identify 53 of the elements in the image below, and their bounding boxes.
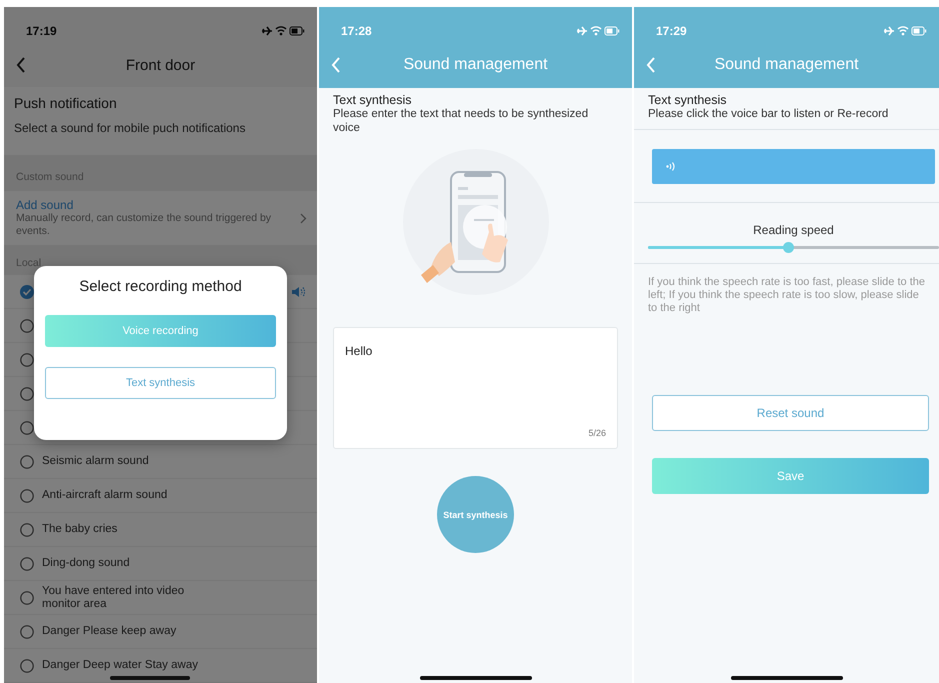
sound-name: You have entered into video monitor area bbox=[42, 584, 186, 610]
radio-checked[interactable] bbox=[20, 284, 34, 298]
radio-button[interactable] bbox=[20, 522, 34, 536]
sound-wave-icon bbox=[666, 162, 675, 171]
section-description: Select a sound for mobile puch notifications bbox=[14, 121, 246, 135]
speaker-icon[interactable] bbox=[291, 286, 305, 298]
page-title: Front door bbox=[126, 56, 196, 74]
option-button[interactable]: Voice recording bbox=[45, 315, 276, 347]
hint-text: If you think the speech rate is too fast, please slide to the left; If you think the speech rate is too slow, please slide to the right bbox=[647, 275, 926, 315]
sound-name: Anti-aircraft alarm sound bbox=[42, 489, 168, 502]
start-synthesis-button[interactable]: Start synthesis bbox=[437, 476, 514, 553]
option-button[interactable]: Text synthesis bbox=[45, 367, 276, 399]
status-time: 17:28 bbox=[341, 24, 372, 38]
radio-button[interactable] bbox=[20, 488, 34, 502]
radio-button[interactable] bbox=[20, 420, 34, 434]
add-sound-item[interactable]: Add sound Manually record, can customize the sound triggered by events. bbox=[4, 191, 317, 245]
dialog-title: Select recording method bbox=[79, 278, 242, 295]
input-text: Hello bbox=[345, 344, 372, 358]
status-time: 17:19 bbox=[26, 24, 57, 38]
radio-button[interactable] bbox=[20, 454, 34, 468]
back-icon[interactable] bbox=[16, 57, 26, 73]
page-title: Sound management bbox=[403, 56, 548, 74]
sound-name: Ding-dong sound bbox=[42, 557, 130, 570]
add-sound-description: Manually record, can customize the sound triggered by events. bbox=[16, 212, 272, 238]
section-heading: Push notification bbox=[14, 95, 118, 111]
page-title: Sound management bbox=[714, 56, 859, 74]
slider-label: Reading speed bbox=[752, 223, 835, 237]
text-input-field[interactable]: Hello 5/26 bbox=[333, 327, 618, 449]
status-icons bbox=[883, 24, 927, 36]
status-icons bbox=[576, 24, 620, 36]
sound-name: Seismic alarm sound bbox=[42, 455, 149, 468]
action-button[interactable]: Save bbox=[652, 458, 929, 494]
radio-button[interactable] bbox=[20, 386, 34, 400]
sound-name: Danger Please keep away bbox=[42, 625, 176, 638]
character-counter: 5/26 bbox=[588, 428, 606, 438]
radio-button[interactable] bbox=[20, 318, 34, 332]
add-sound-link: Add sound bbox=[16, 198, 74, 212]
sound-name: The baby cries bbox=[42, 523, 118, 536]
chevron-right-icon bbox=[300, 212, 307, 224]
status-time: 17:29 bbox=[656, 24, 687, 38]
radio-button[interactable] bbox=[20, 556, 34, 570]
sound-name: Danger Deep water Stay away bbox=[42, 659, 198, 672]
section-heading: Text synthesis bbox=[648, 93, 728, 107]
section-description: Please click the voice bar to listen or Re-record bbox=[648, 107, 890, 121]
radio-button[interactable] bbox=[20, 352, 34, 366]
status-icons bbox=[261, 24, 305, 36]
slider-thumb[interactable] bbox=[782, 242, 794, 253]
action-button[interactable]: Reset sound bbox=[652, 395, 929, 431]
radio-button[interactable] bbox=[20, 590, 34, 604]
radio-button[interactable] bbox=[20, 624, 34, 638]
section-heading: Text synthesis bbox=[333, 93, 413, 107]
radio-button[interactable] bbox=[20, 658, 34, 672]
section-description: Please enter the text that needs to be synthesized voice bbox=[333, 107, 590, 135]
